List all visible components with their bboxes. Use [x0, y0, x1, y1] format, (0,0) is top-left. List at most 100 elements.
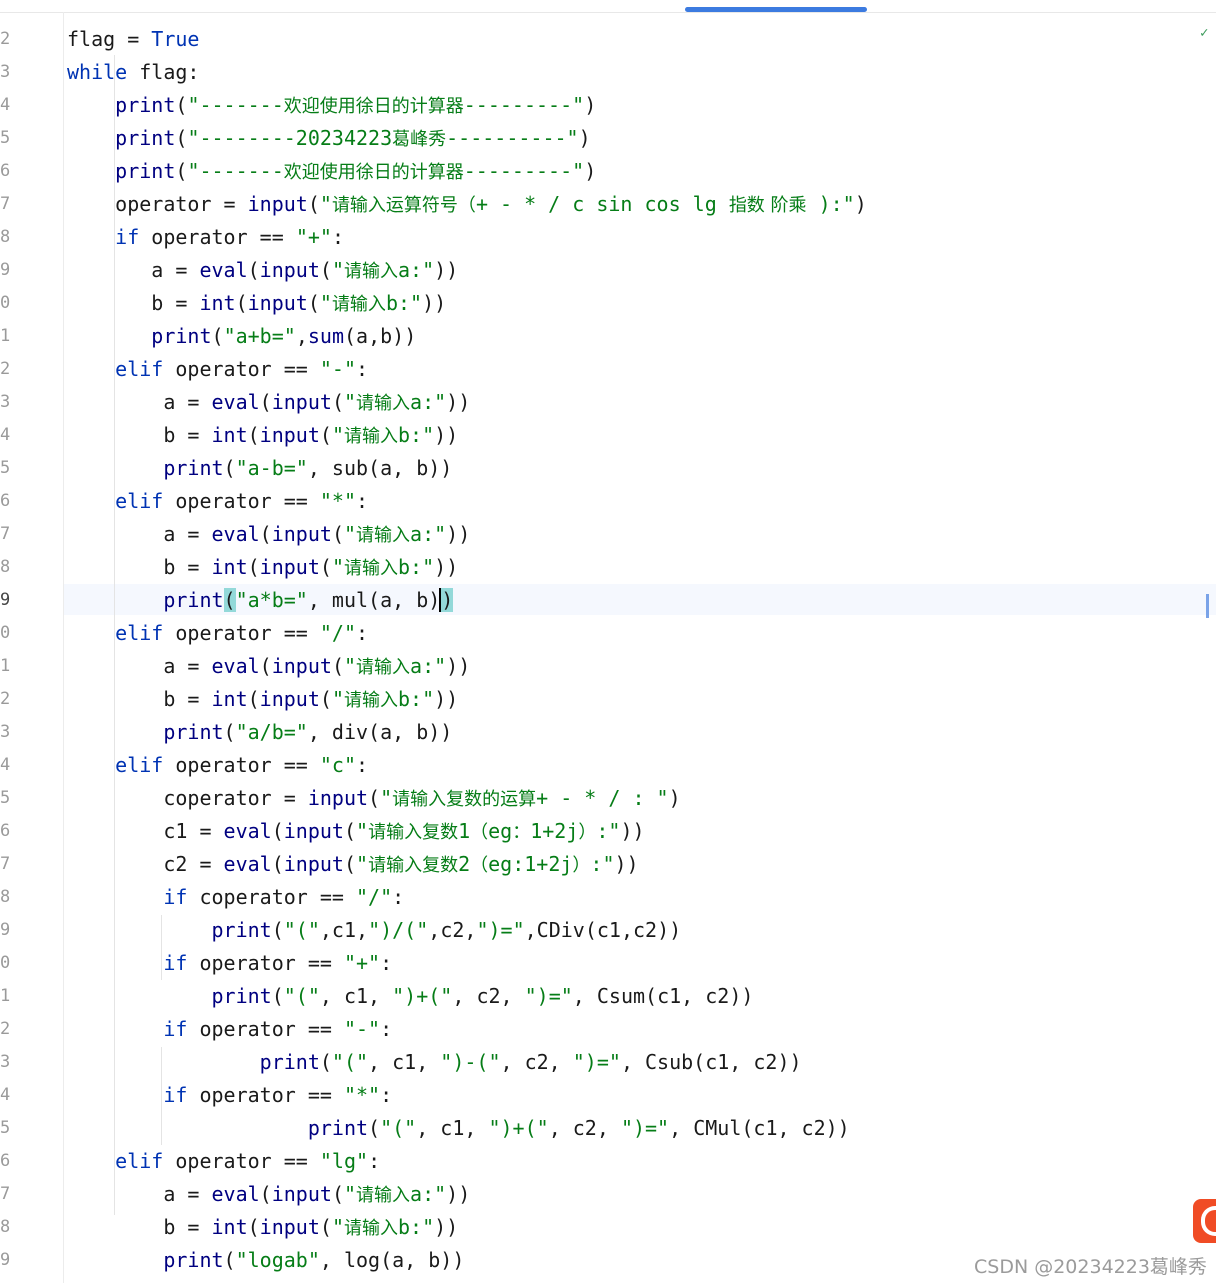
- code-token: if: [115, 225, 140, 249]
- code-line[interactable]: 7 c2 = eval(input("请输入复数2（eg:1+2j）:")): [0, 848, 1200, 881]
- code-token: :: [392, 885, 405, 909]
- check-icon[interactable]: ✓: [1200, 26, 1208, 40]
- code-token: elif: [115, 1149, 164, 1173]
- code-token: print: [163, 456, 224, 480]
- code-token: eg: [488, 819, 513, 843]
- code-token: ": [343, 654, 357, 678]
- code-token: (: [368, 1116, 381, 1140]
- code-text: c1 = eval(input("请输入复数1（eg：1+2j）:")): [67, 815, 644, 849]
- code-line[interactable]: 4 b = int(input("请输入b:")): [0, 419, 1200, 452]
- code-line[interactable]: 6 elif operator == "lg":: [0, 1145, 1200, 1178]
- line-number: 5: [0, 1118, 11, 1138]
- code-line[interactable]: 7 a = eval(input("请输入a:")): [0, 1178, 1200, 1211]
- code-token: )): [434, 258, 459, 282]
- code-token: eval: [211, 522, 260, 546]
- code-line[interactable]: 6 elif operator == "*":: [0, 485, 1200, 518]
- code-line[interactable]: 7 operator = input("请输入运算符号（+ - * / c si…: [0, 188, 1200, 221]
- line-number: 6: [0, 1151, 11, 1171]
- code-line[interactable]: 5 coperator = input("请输入复数的运算+ - * / : "…: [0, 782, 1200, 815]
- code-token: ": [356, 819, 369, 843]
- code-line[interactable]: 5 print("(", c1, ")+(", c2, ")=", CMul(c…: [0, 1112, 1200, 1145]
- code-token: (: [331, 522, 344, 546]
- scrollbar-marker[interactable]: [1206, 594, 1209, 618]
- code-token: )): [434, 555, 459, 579]
- code-line[interactable]: 1 print("(", c1, ")+(", c2, ")=", Csum(c…: [0, 980, 1200, 1013]
- code-text: a = eval(input("请输入a:")): [67, 386, 470, 420]
- code-line[interactable]: 5 print("a-b=", sub(a, b)): [0, 452, 1200, 485]
- code-text: elif operator == "c":: [67, 749, 368, 782]
- code-line[interactable]: 1 print("a+b=",sum(a,b)): [0, 320, 1200, 353]
- code-line[interactable]: 6 c1 = eval(input("请输入复数1（eg：1+2j）:")): [0, 815, 1200, 848]
- indent-guide: [114, 55, 115, 1215]
- code-token: print: [259, 1050, 320, 1074]
- code-token: elif: [115, 753, 164, 777]
- code-text: elif operator == "/":: [67, 617, 368, 650]
- code-line[interactable]: 3 a = eval(input("请输入a:")): [0, 386, 1200, 419]
- code-text: a = eval(input("请输入a:")): [67, 650, 470, 684]
- code-token: 请输入: [343, 690, 398, 711]
- code-token: , c2,: [500, 1050, 573, 1074]
- code-line[interactable]: 8 b = int(input("请输入b:")): [0, 1211, 1200, 1244]
- code-line[interactable]: 2 flag = True: [0, 23, 1200, 56]
- code-token: )): [422, 291, 447, 315]
- code-line[interactable]: 8 if coperator == "/":: [0, 881, 1200, 914]
- code-line[interactable]: 6 print("-------欢迎使用徐日的计算器---------"): [0, 155, 1200, 188]
- code-line[interactable]: 4 if operator == "*":: [0, 1079, 1200, 1112]
- code-token: ,CDiv(c1,c2)): [524, 918, 682, 942]
- line-number: 0: [0, 293, 11, 313]
- code-token: operator ==: [163, 489, 320, 513]
- code-token: print: [163, 720, 224, 744]
- code-token: input: [259, 423, 320, 447]
- code-line[interactable]: 3 print("a/b=", div(a, b)): [0, 716, 1200, 749]
- code-token: "-------: [187, 93, 284, 117]
- code-token: "(": [283, 984, 320, 1008]
- line-number: 6: [0, 491, 11, 511]
- code-line[interactable]: 8 b = int(input("请输入b:")): [0, 551, 1200, 584]
- code-text: b = int(input("请输入b:")): [67, 419, 458, 453]
- code-token: ": [319, 192, 332, 216]
- code-line[interactable]: 2 if operator == "-":: [0, 1013, 1200, 1046]
- code-token: print: [307, 1116, 369, 1140]
- code-token: , sub(a, b)): [307, 456, 453, 480]
- code-line[interactable]: 4 elif operator == "c":: [0, 749, 1200, 782]
- code-line[interactable]: 9 print("(",c1,")/(",c2,")=",CDiv(c1,c2)…: [0, 914, 1200, 947]
- code-line[interactable]: 2 b = int(input("请输入b:")): [0, 683, 1200, 716]
- indent-guide: [161, 1047, 162, 1145]
- code-token: print: [115, 126, 176, 150]
- code-token: 2: [458, 852, 471, 876]
- line-number: 3: [0, 1052, 11, 1072]
- code-token: ")=": [572, 1050, 621, 1074]
- code-line[interactable]: 9 print("a*b=", mul(a, b)): [0, 584, 1200, 617]
- code-line[interactable]: 5 print("--------20234223葛峰秀----------"): [0, 122, 1200, 155]
- code-line[interactable]: 1 a = eval(input("请输入a:")): [0, 650, 1200, 683]
- code-token: "+": [295, 225, 332, 249]
- code-token: :: [380, 1017, 393, 1041]
- line-number: 2: [0, 359, 11, 379]
- code-token: (: [175, 159, 188, 183]
- code-token: (: [223, 588, 236, 612]
- code-token: :": [596, 819, 621, 843]
- code-line[interactable]: 9 a = eval(input("请输入a:")): [0, 254, 1200, 287]
- code-line[interactable]: 0 if operator == "+":: [0, 947, 1200, 980]
- code-line[interactable]: 2 elif operator == "-":: [0, 353, 1200, 386]
- code-line[interactable]: 0 elif operator == "/":: [0, 617, 1200, 650]
- code-line[interactable]: 0 b = int(input("请输入b:")): [0, 287, 1200, 320]
- code-token: (: [319, 1050, 332, 1074]
- line-number: 0: [0, 953, 11, 973]
- code-text: print("a/b=", div(a, b)): [67, 716, 452, 749]
- code-token: operator ==: [187, 951, 344, 975]
- code-line[interactable]: 3 print("(", c1, ")-(", c2, ")=", Csub(c…: [0, 1046, 1200, 1079]
- code-token: (: [331, 1182, 344, 1206]
- code-token: operator ==: [187, 1017, 344, 1041]
- code-token: ）: [572, 855, 591, 876]
- code-text: print("(", c1, ")+(", c2, ")=", CMul(c1,…: [67, 1112, 850, 1145]
- code-line[interactable]: 3 while flag:: [0, 56, 1200, 89]
- horizontal-scrollbar-thumb[interactable]: [685, 7, 867, 12]
- code-line[interactable]: 8 if operator == "+":: [0, 221, 1200, 254]
- code-line[interactable]: 4 print("-------欢迎使用徐日的计算器---------"): [0, 89, 1200, 122]
- code-token: ,: [295, 324, 308, 348]
- code-line[interactable]: 7 a = eval(input("请输入a:")): [0, 518, 1200, 551]
- code-token: ):": [806, 192, 855, 216]
